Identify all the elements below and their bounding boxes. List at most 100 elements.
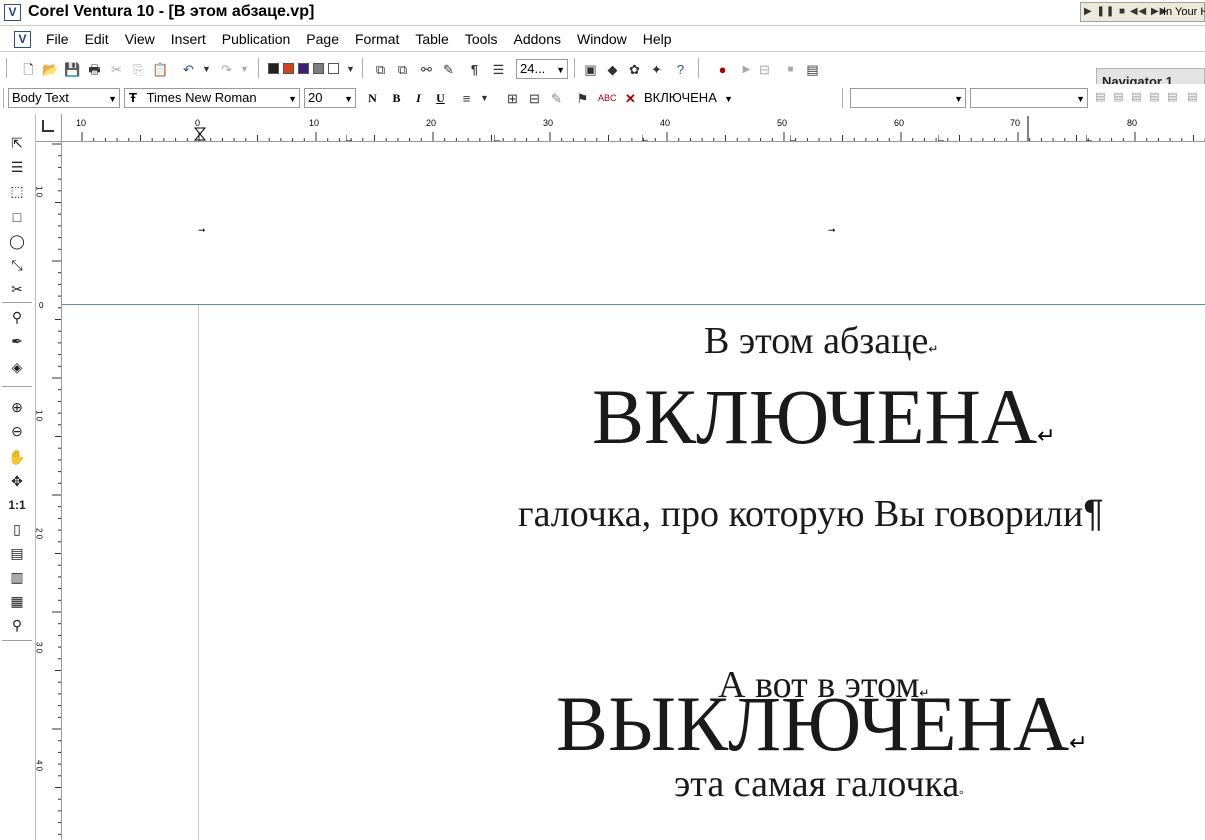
color-swatch-black[interactable] [268, 63, 279, 74]
print-icon[interactable]: 🖶 [86, 61, 103, 78]
document-canvas[interactable]: ➞ ➞ В этом абзаце↵ ВКЛЮЧЕНА↵ галочка, пр… [62, 142, 1205, 840]
clipart-icon[interactable]: ✿ [626, 61, 643, 78]
menu-addons[interactable]: Addons [514, 31, 561, 47]
page-setup-icon[interactable]: ▣ [582, 61, 599, 78]
text-tool-icon[interactable]: ☰ [8, 158, 26, 176]
navigator-tools-icon[interactable]: ▤ [1184, 89, 1201, 106]
font-size-select[interactable]: 20 ▼ [304, 88, 356, 108]
paragraph-line[interactable]: галочка, про которую Вы говорили¶ [518, 495, 1104, 533]
ellipse-tool-icon[interactable]: ◯ [8, 232, 26, 250]
whats-this-help-icon[interactable]: ? [672, 61, 689, 78]
navigator-tools-icon[interactable]: ▤ [1092, 89, 1109, 106]
navigator-tools-icon[interactable]: ▤ [1146, 89, 1163, 106]
page-width-icon[interactable]: ▤ [8, 544, 26, 562]
vertical-ruler[interactable]: 1 0 0 1 0 2 0 3 0 4 0 [36, 142, 62, 840]
color-swatch-purple[interactable] [298, 63, 309, 74]
zoom-all-icon[interactable]: ⚲ [8, 616, 26, 634]
app-icon[interactable]: V [4, 4, 21, 21]
pick-tool-icon[interactable]: ⇱ [8, 134, 26, 152]
style-select-2[interactable]: ▼ [970, 88, 1088, 108]
line-tool-icon[interactable]: ⤡ [8, 256, 26, 274]
zoom-tool-icon[interactable]: ⚲ [8, 308, 26, 326]
media-player-bar[interactable]: ▶ ❚❚ ■ ◀◀ ▶▶ In Your H [1080, 2, 1205, 22]
menu-tools[interactable]: Tools [465, 31, 498, 47]
page-height-icon[interactable]: ▥ [8, 568, 26, 586]
fill-bucket-icon[interactable]: ◈ [8, 358, 26, 376]
menu-view[interactable]: View [125, 31, 155, 47]
normal-style-button[interactable]: N [364, 90, 381, 107]
zoom-select[interactable]: 24... ▼ [516, 59, 568, 79]
menu-format[interactable]: Format [355, 31, 399, 47]
copy-icon[interactable]: ⎘ [130, 61, 147, 78]
pan-hand-icon[interactable]: ✋ [8, 448, 26, 466]
edit-table-icon[interactable]: ✎ [548, 90, 565, 107]
font-family-select[interactable]: Ŧ Times New Roman ▼ [124, 88, 300, 108]
italic-button[interactable]: I [410, 90, 427, 107]
horizontal-ruler[interactable]: 10 0 10 20 30 40 50 60 70 80 ∟ ∟ ∟ ∟ ∟ ∟ [62, 114, 1205, 142]
document-icon[interactable]: V [14, 31, 31, 48]
paragraph-tag-select[interactable]: Body Text ▼ [8, 88, 120, 108]
text-effects-icon[interactable]: ✦ [648, 61, 665, 78]
paragraph-line[interactable]: ВЫКЛЮЧЕНА↵ [556, 685, 1088, 763]
paragraph-line[interactable]: эта самая галочка▫ [674, 765, 963, 803]
table-grid-icon[interactable]: ⊞ [504, 90, 521, 107]
script-save-icon[interactable]: ⊟ [756, 61, 773, 78]
bold-button[interactable]: B [388, 90, 405, 107]
insert-table-icon[interactable]: ⊟ [526, 90, 543, 107]
underline-button[interactable]: U [432, 90, 449, 107]
find-binoculars-icon[interactable]: ⚯ [418, 61, 435, 78]
navigator-tools-icon[interactable]: ▤ [1110, 89, 1127, 106]
align-center-icon[interactable]: ≡ [458, 90, 475, 107]
toolbar-grip[interactable] [6, 58, 9, 78]
navigator-tools-icon[interactable]: ▤ [1128, 89, 1145, 106]
freeform-pick-icon[interactable]: ⬚ [8, 182, 26, 200]
toolbar-grip[interactable] [842, 88, 845, 108]
redo-icon[interactable]: ↷ [218, 61, 235, 78]
align-dropdown-icon[interactable]: ▼ [476, 90, 493, 107]
media-controls-icon[interactable]: ▶ ❚❚ ■ ◀◀ ▶▶ [1084, 6, 1168, 17]
menu-insert[interactable]: Insert [171, 31, 206, 47]
color-swatch-orange[interactable] [283, 63, 294, 74]
navigator-tools-icon[interactable]: ▤ [1164, 89, 1181, 106]
toolbar-grip[interactable] [3, 88, 6, 108]
menu-page[interactable]: Page [306, 31, 339, 47]
zoom-out-icon[interactable]: ⊖ [8, 422, 26, 440]
publish-web-icon[interactable]: ◆ [604, 61, 621, 78]
import-icon[interactable]: ⧉ [372, 61, 389, 78]
menu-edit[interactable]: Edit [85, 31, 109, 47]
color-swatch-gray[interactable] [313, 63, 324, 74]
toolbar-grip[interactable] [258, 58, 261, 78]
full-page-icon[interactable]: ▯ [8, 520, 26, 538]
paragraph-line[interactable]: ВКЛЮЧЕНА↵ [592, 378, 1056, 456]
undo-icon[interactable]: ↶ [180, 61, 197, 78]
menu-file[interactable]: File [46, 31, 69, 47]
toolbar-grip[interactable] [574, 58, 577, 78]
outline-pen-icon[interactable]: ✒ [8, 332, 26, 350]
menu-window[interactable]: Window [577, 31, 627, 47]
export-icon[interactable]: ⧉ [394, 61, 411, 78]
properties-icon[interactable]: ☰ [490, 61, 507, 78]
play-icon[interactable]: ▶ [738, 61, 755, 78]
tag-status-select[interactable]: ВКЛЮЧЕНА ▼ [640, 88, 736, 108]
bookmark-icon[interactable]: ⚑ [574, 90, 591, 107]
script-editor-icon[interactable]: ▤ [804, 61, 821, 78]
style-select-1[interactable]: ▼ [850, 88, 966, 108]
save-icon[interactable]: 💾 [64, 61, 81, 78]
cut-icon[interactable]: ✂ [108, 61, 125, 78]
toolbar-grip[interactable] [698, 58, 701, 78]
show-pilcrow-icon[interactable]: ¶ [466, 61, 483, 78]
cross-icon[interactable]: ✕ [622, 90, 639, 107]
open-folder-icon[interactable]: 📂 [42, 61, 59, 78]
zoom-in-icon[interactable]: ⊕ [8, 398, 26, 416]
rectangle-tool-icon[interactable]: □ [8, 208, 26, 226]
redo-dropdown-icon[interactable]: ▼ [236, 61, 253, 78]
paste-icon[interactable]: 📋 [152, 61, 169, 78]
record-icon[interactable]: ● [714, 61, 731, 78]
undo-dropdown-icon[interactable]: ▼ [198, 61, 215, 78]
link-tool-icon[interactable]: ✂ [8, 280, 26, 298]
actual-size-icon[interactable]: 1:1 [8, 496, 26, 514]
spellcheck-icon[interactable]: ✎ [440, 61, 457, 78]
menu-publication[interactable]: Publication [222, 31, 291, 47]
spell-abc-icon[interactable]: ABC [598, 90, 617, 107]
facing-pages-icon[interactable]: ▦ [8, 592, 26, 610]
